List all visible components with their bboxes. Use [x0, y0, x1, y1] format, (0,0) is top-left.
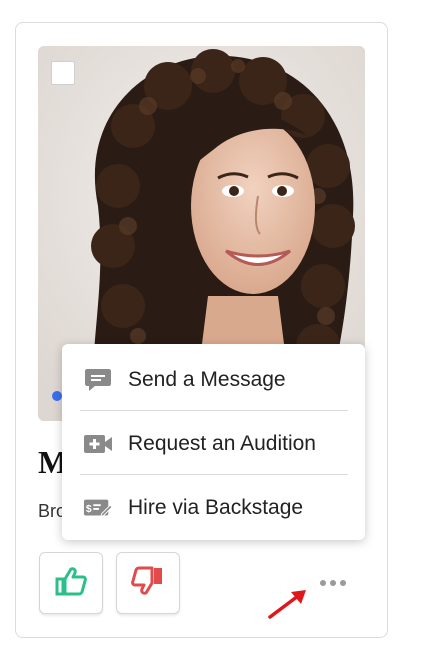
menu-item-label: Request an Audition	[128, 432, 316, 455]
video-camera-icon	[83, 431, 113, 457]
more-dots-icon	[320, 580, 326, 586]
menu-item-send-message[interactable]: Send a Message	[62, 348, 365, 412]
more-dot	[330, 580, 336, 586]
options-dropdown-menu: Send a Message Request an Audition $ Hir…	[62, 344, 365, 540]
menu-item-label: Hire via Backstage	[128, 496, 304, 519]
more-dot	[340, 580, 346, 586]
message-icon	[83, 367, 113, 393]
hire-payment-icon: $	[83, 495, 113, 521]
thumbs-up-icon	[54, 565, 88, 602]
thumbs-down-icon	[131, 565, 165, 602]
menu-divider	[80, 474, 348, 475]
annotation-arrow-icon	[268, 590, 306, 619]
status-dot	[52, 391, 62, 401]
menu-item-request-audition[interactable]: Request an Audition	[62, 412, 365, 476]
svg-text:$: $	[86, 504, 92, 515]
select-checkbox[interactable]	[51, 61, 75, 85]
menu-item-label: Send a Message	[128, 368, 286, 391]
more-options-button[interactable]	[313, 571, 353, 595]
menu-item-hire-backstage[interactable]: $ Hire via Backstage	[62, 476, 365, 540]
thumbs-up-button[interactable]	[39, 552, 103, 614]
thumbs-down-button[interactable]	[116, 552, 180, 614]
menu-divider	[80, 410, 348, 411]
